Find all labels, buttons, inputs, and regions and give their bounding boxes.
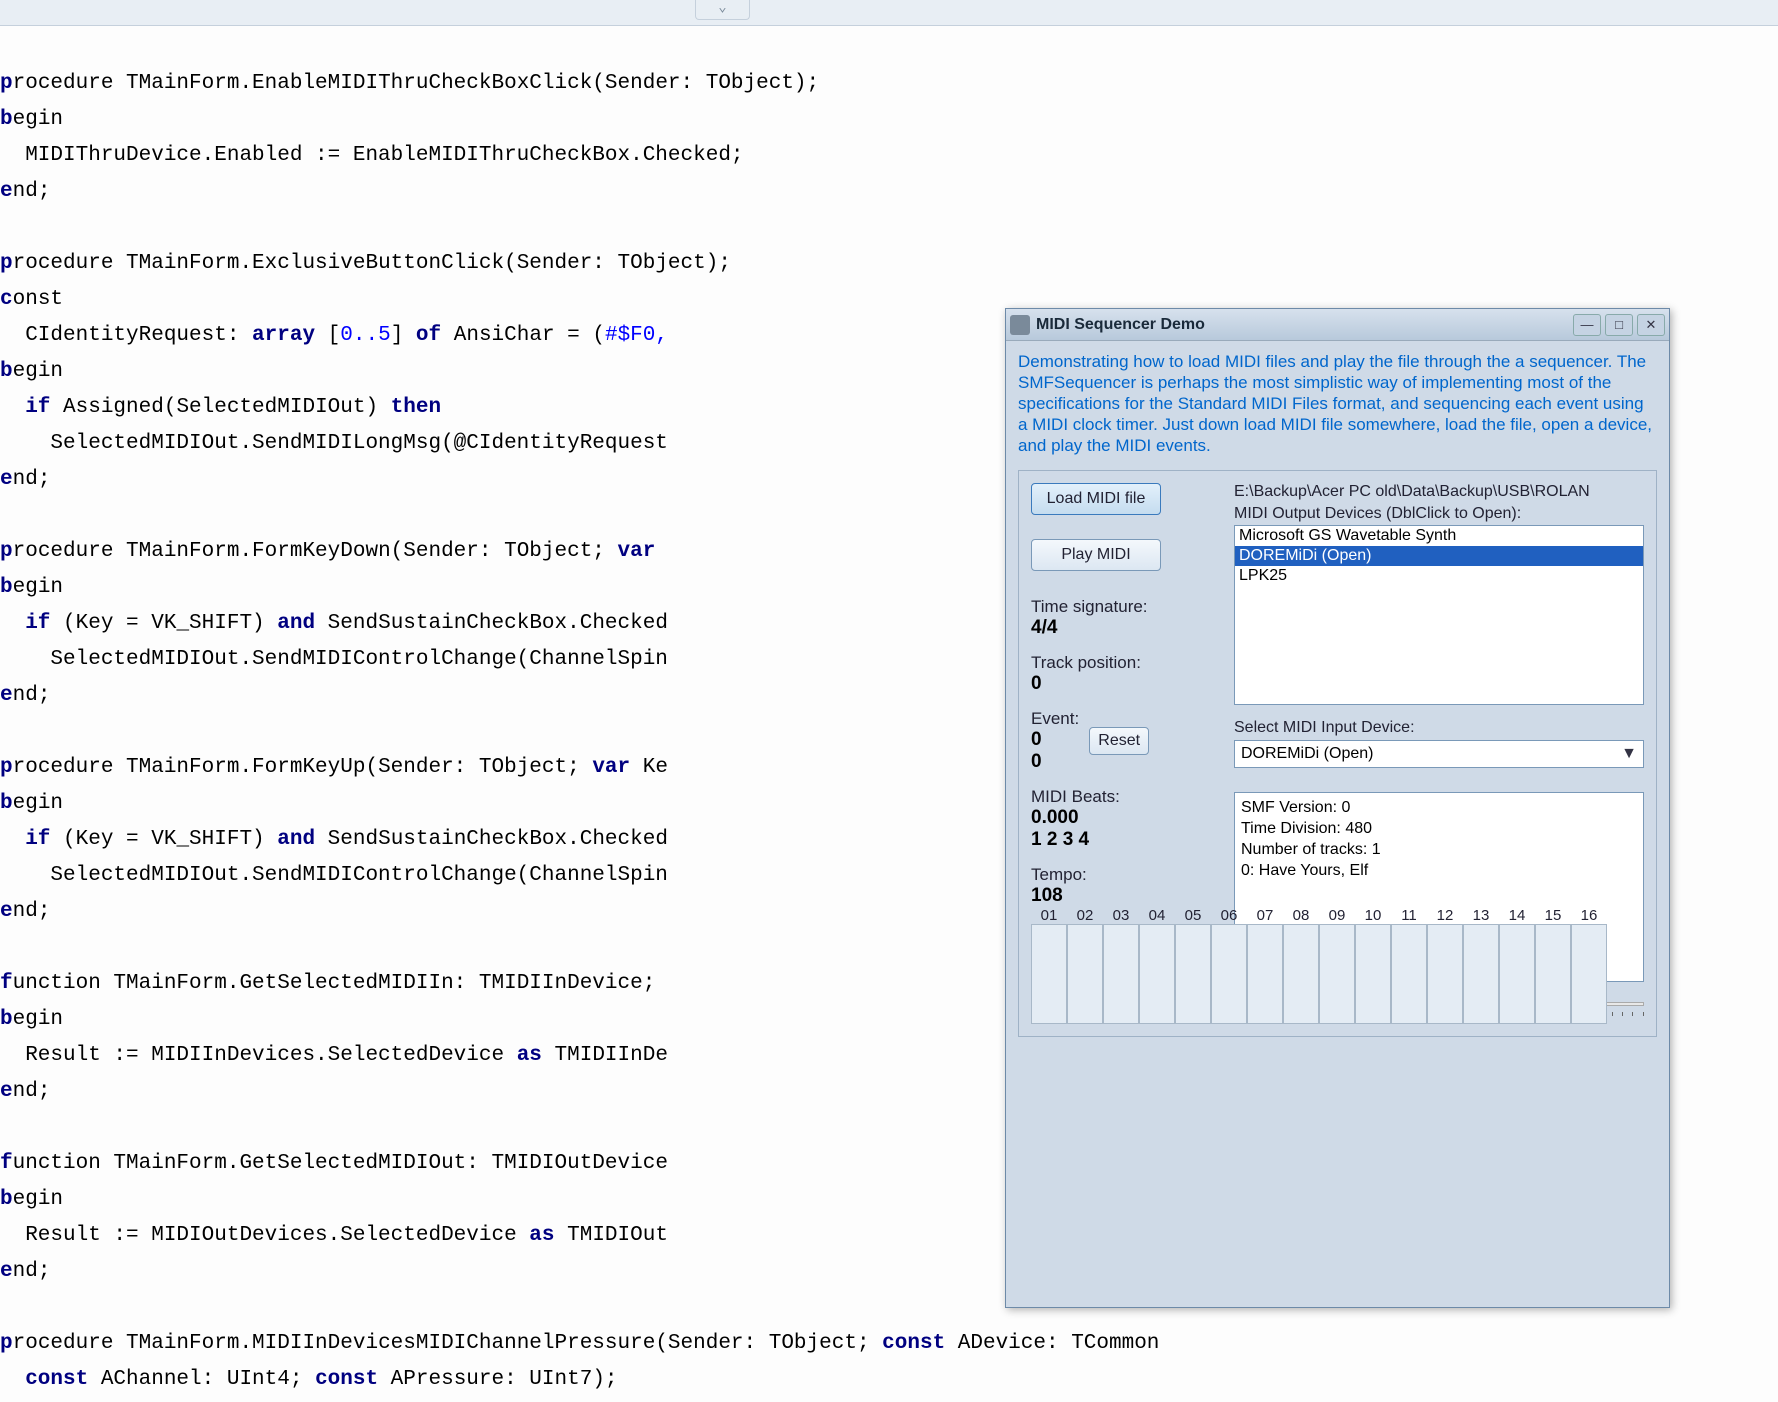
channel-number: 04 xyxy=(1139,907,1175,924)
load-midi-button[interactable]: Load MIDI file xyxy=(1031,483,1161,515)
midi-sequencer-dialog: MIDI Sequencer Demo — □ ✕ Demonstrating … xyxy=(1005,308,1670,1308)
track-position-value: 0 xyxy=(1031,673,1216,695)
channel-level-bar xyxy=(1211,924,1247,1024)
close-button[interactable]: ✕ xyxy=(1637,314,1665,336)
list-item[interactable]: Microsoft GS Wavetable Synth xyxy=(1235,526,1643,546)
info-line: Number of tracks: 1 xyxy=(1241,839,1637,860)
channel-level-bar xyxy=(1427,924,1463,1024)
channel-meter: 02 xyxy=(1067,907,1103,1024)
channel-meter: 12 xyxy=(1427,907,1463,1024)
channel-level-bar xyxy=(1175,924,1211,1024)
channel-level-bar xyxy=(1499,924,1535,1024)
channel-level-bar xyxy=(1571,924,1607,1024)
list-item[interactable]: LPK25 xyxy=(1235,566,1643,586)
channel-meter: 11 xyxy=(1391,907,1427,1024)
controls-panel: Load MIDI file Play MIDI Time signature:… xyxy=(1018,470,1657,1037)
channel-meter: 08 xyxy=(1283,907,1319,1024)
channel-meter: 01 xyxy=(1031,907,1067,1024)
output-devices-label: MIDI Output Devices (DblClick to Open): xyxy=(1234,505,1644,523)
midi-beats-label: MIDI Beats: xyxy=(1031,787,1216,807)
channel-meter: 13 xyxy=(1463,907,1499,1024)
chevron-down-icon: ▼ xyxy=(1619,745,1639,763)
channel-level-bar xyxy=(1067,924,1103,1024)
channel-meter: 07 xyxy=(1247,907,1283,1024)
midi-beats-value: 0.000 xyxy=(1031,807,1216,829)
info-line: SMF Version: 0 xyxy=(1241,797,1637,818)
track-position-label: Track position: xyxy=(1031,653,1216,673)
channel-number: 16 xyxy=(1571,907,1607,924)
channel-level-bar xyxy=(1535,924,1571,1024)
channel-meter: 15 xyxy=(1535,907,1571,1024)
output-devices-listbox[interactable]: Microsoft GS Wavetable Synth DOREMiDi (O… xyxy=(1234,525,1644,705)
event-value-1: 0 xyxy=(1031,729,1079,751)
channel-number: 14 xyxy=(1499,907,1535,924)
app-icon xyxy=(1010,315,1030,335)
channel-number: 15 xyxy=(1535,907,1571,924)
list-item[interactable]: DOREMiDi (Open) xyxy=(1235,546,1643,566)
channel-meter: 14 xyxy=(1499,907,1535,1024)
channel-level-bar xyxy=(1247,924,1283,1024)
collapse-notch-icon[interactable]: ⌄ xyxy=(695,0,750,20)
channel-meter: 10 xyxy=(1355,907,1391,1024)
reset-button[interactable]: Reset xyxy=(1089,727,1149,755)
time-signature-value: 4/4 xyxy=(1031,617,1216,639)
midi-beats-seq: 1 2 3 4 xyxy=(1031,829,1216,851)
channel-number: 08 xyxy=(1283,907,1319,924)
tempo-value: 108 xyxy=(1031,885,1216,907)
channel-meter: 06 xyxy=(1211,907,1247,1024)
channel-number: 07 xyxy=(1247,907,1283,924)
event-value-2: 0 xyxy=(1031,751,1079,773)
channel-number: 02 xyxy=(1067,907,1103,924)
channel-level-bar xyxy=(1103,924,1139,1024)
channel-meter: 04 xyxy=(1139,907,1175,1024)
channel-level-bar xyxy=(1463,924,1499,1024)
event-label: Event: xyxy=(1031,709,1079,729)
info-line: 0: Have Yours, Elf xyxy=(1241,860,1637,881)
dialog-description: Demonstrating how to load MIDI files and… xyxy=(1018,351,1657,456)
channel-level-bar xyxy=(1031,924,1067,1024)
channel-number: 01 xyxy=(1031,907,1067,924)
channel-level-bar xyxy=(1391,924,1427,1024)
play-midi-button[interactable]: Play MIDI xyxy=(1031,539,1161,571)
channel-level-bar xyxy=(1283,924,1319,1024)
channel-number: 11 xyxy=(1391,907,1427,924)
channel-number: 05 xyxy=(1175,907,1211,924)
channel-meter: 09 xyxy=(1319,907,1355,1024)
channel-level-bar xyxy=(1319,924,1355,1024)
channel-meter: 03 xyxy=(1103,907,1139,1024)
channel-number: 09 xyxy=(1319,907,1355,924)
channel-number: 12 xyxy=(1427,907,1463,924)
channel-meter: 16 xyxy=(1571,907,1607,1024)
dialog-title: MIDI Sequencer Demo xyxy=(1036,316,1573,334)
info-line: Time Division: 480 xyxy=(1241,818,1637,839)
dialog-titlebar[interactable]: MIDI Sequencer Demo — □ ✕ xyxy=(1006,309,1669,341)
channel-number: 13 xyxy=(1463,907,1499,924)
input-device-selected: DOREMiDi (Open) xyxy=(1241,745,1373,763)
time-signature-label: Time signature: xyxy=(1031,597,1216,617)
channel-number: 06 xyxy=(1211,907,1247,924)
editor-top-bar: ⌄ xyxy=(0,0,1778,26)
input-device-combobox[interactable]: DOREMiDi (Open) ▼ xyxy=(1234,740,1644,768)
channel-level-bar xyxy=(1355,924,1391,1024)
channel-number: 10 xyxy=(1355,907,1391,924)
channel-level-bar xyxy=(1139,924,1175,1024)
maximize-button[interactable]: □ xyxy=(1605,314,1633,336)
channel-meter: 05 xyxy=(1175,907,1211,1024)
input-device-label: Select MIDI Input Device: xyxy=(1234,719,1644,737)
loaded-file-path: E:\Backup\Acer PC old\Data\Backup\USB\RO… xyxy=(1234,483,1644,501)
minimize-button[interactable]: — xyxy=(1573,314,1601,336)
channel-meters: 01020304050607080910111213141516 xyxy=(1031,907,1644,1024)
tempo-label: Tempo: xyxy=(1031,865,1216,885)
channel-number: 03 xyxy=(1103,907,1139,924)
